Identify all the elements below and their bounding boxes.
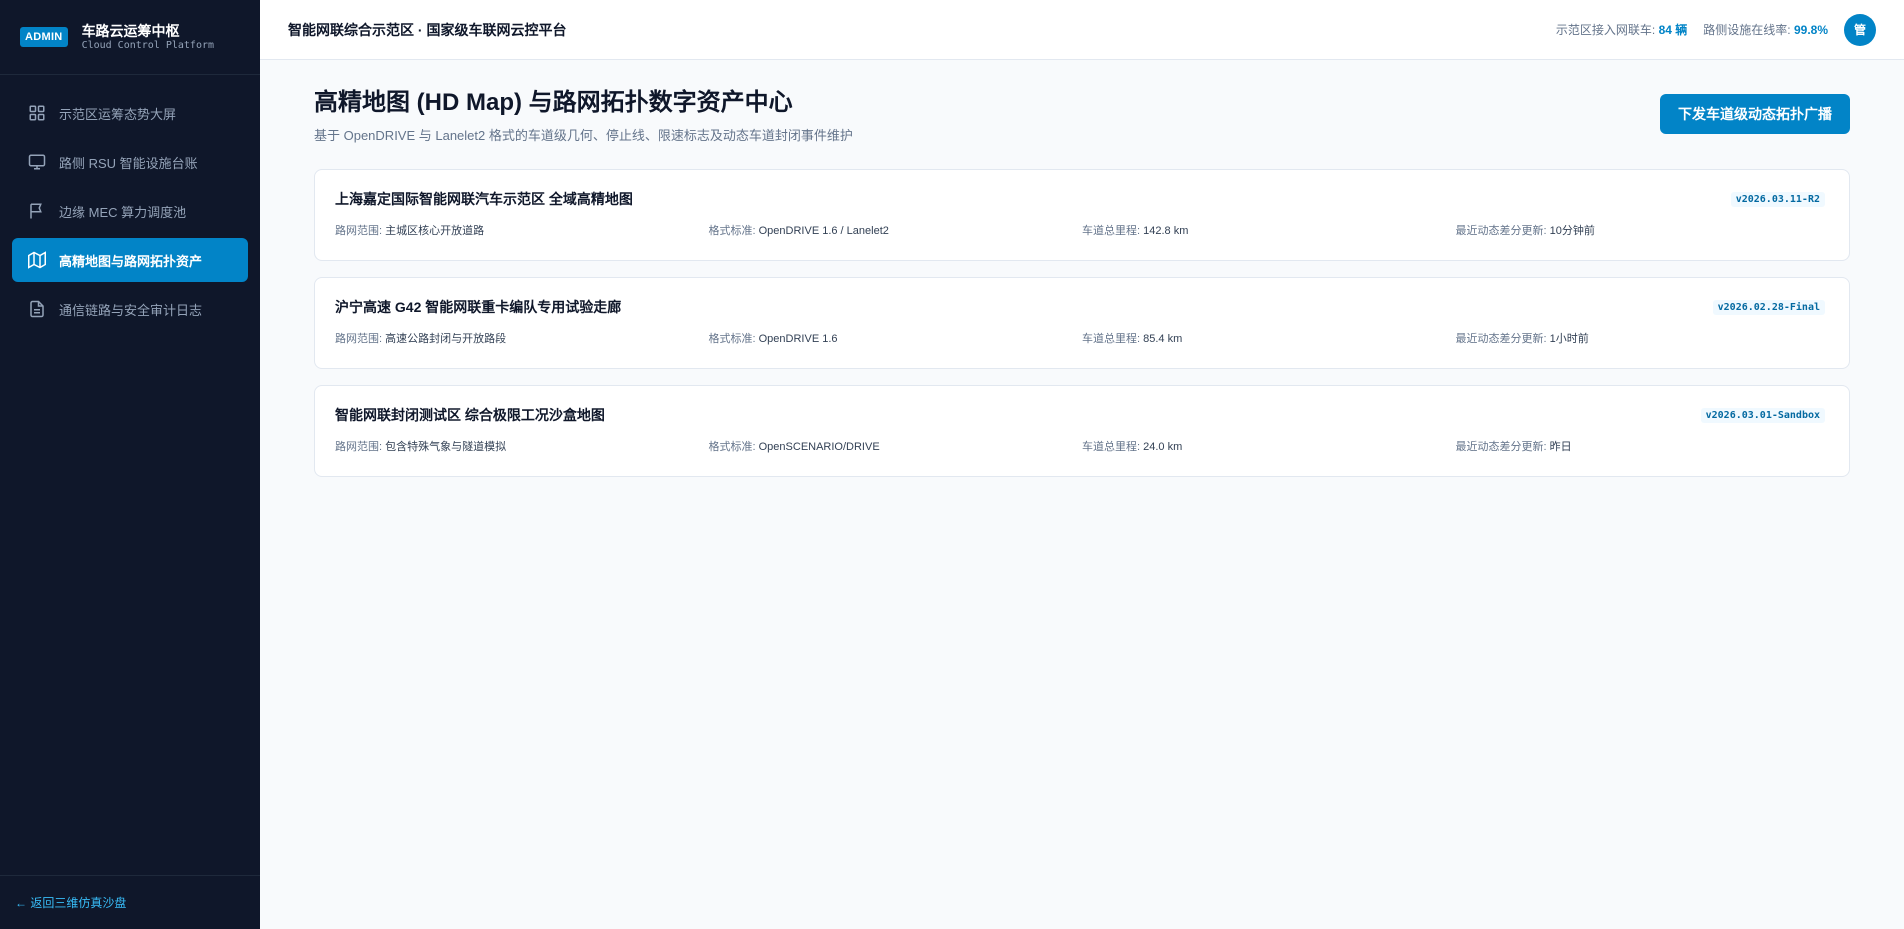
meta-scope: 路网范围: 高速公路封闭与开放路段 xyxy=(335,330,709,346)
sidebar-item-label: 边缘 MEC 算力调度池 xyxy=(59,204,187,220)
meta-value: 142.8 km xyxy=(1143,225,1189,237)
header-title: 智能网联综合示范区 · 国家级车联网云控平台 xyxy=(288,21,567,38)
meta-value: 85.4 km xyxy=(1143,333,1183,345)
avatar[interactable]: 管 xyxy=(1844,13,1876,46)
page-heading: 高精地图 (HD Map) 与路网拓扑数字资产中心 基于 OpenDRIVE 与… xyxy=(314,89,853,144)
page-head: 高精地图 (HD Map) 与路网拓扑数字资产中心 基于 OpenDRIVE 与… xyxy=(314,60,1850,169)
sidebar-item-label: 高精地图与路网拓扑资产 xyxy=(59,253,203,269)
meta-value: OpenDRIVE 1.6 / Lanelet2 xyxy=(758,225,889,237)
document-icon xyxy=(28,300,46,318)
version-badge: v2026.03.01-Sandbox xyxy=(1700,408,1825,423)
map-asset-card[interactable]: 沪宁高速 G42 智能网联重卡编队专用试验走廊 v2026.02.28-Fina… xyxy=(314,277,1850,369)
meta-mileage: 车道总里程: 24.0 km xyxy=(1082,438,1456,454)
meta-label: 最近动态差分更新: xyxy=(1455,441,1547,453)
meta-value: 1小时前 xyxy=(1549,333,1589,345)
meta-label: 格式标准: xyxy=(708,441,756,453)
sidebar-item-rsu[interactable]: 路侧 RSU 智能设施台账 xyxy=(12,140,248,184)
broadcast-topology-button[interactable]: 下发车道级动态拓扑广播 xyxy=(1660,94,1850,134)
meta-label: 路网范围: xyxy=(335,333,383,345)
map-asset-card[interactable]: 智能网联封闭测试区 综合极限工况沙盒地图 v2026.03.01-Sandbox… xyxy=(314,385,1850,477)
meta-mileage: 车道总里程: 85.4 km xyxy=(1082,330,1456,346)
map-icon xyxy=(28,251,46,269)
stat-value: 99.8% xyxy=(1793,23,1828,37)
sidebar-item-audit[interactable]: 通信链路与安全审计日志 xyxy=(12,287,248,331)
page-subtitle: 基于 OpenDRIVE 与 Lanelet2 格式的车道级几何、停止线、限速标… xyxy=(314,128,853,143)
sidebar-nav: 示范区运筹态势大屏 路侧 RSU 智能设施台账 边缘 MEC 算力调度池 高精地… xyxy=(0,75,260,331)
flag-icon xyxy=(28,202,46,220)
map-title: 智能网联封闭测试区 综合极限工况沙盒地图 xyxy=(335,407,605,423)
stat-label: 示范区接入网联车: xyxy=(1555,23,1656,37)
meta-label: 格式标准: xyxy=(708,225,756,237)
rsu-online-rate-stat: 路侧设施在线率: 99.8% xyxy=(1703,21,1828,38)
grid-icon xyxy=(28,104,46,122)
version-badge: v2026.02.28-Final xyxy=(1712,300,1825,315)
meta-label: 格式标准: xyxy=(708,333,756,345)
brand: ADMIN 车路云运筹中枢 Cloud Control Platform xyxy=(0,0,260,75)
back-to-sandbox-link[interactable]: ← 返回三维仿真沙盘 xyxy=(15,894,126,911)
sidebar-item-label: 示范区运筹态势大屏 xyxy=(59,106,177,122)
admin-badge: ADMIN xyxy=(20,27,68,47)
meta-label: 车道总里程: xyxy=(1082,441,1141,453)
meta-value: 高速公路封闭与开放路段 xyxy=(385,333,507,345)
meta-update: 最近动态差分更新: 1小时前 xyxy=(1456,330,1830,346)
brand-title: 车路云运筹中枢 xyxy=(81,23,180,39)
sidebar-footer: ← 返回三维仿真沙盘 xyxy=(0,875,260,929)
meta-update: 最近动态差分更新: 10分钟前 xyxy=(1456,222,1830,238)
sidebar-item-dashboard[interactable]: 示范区运筹态势大屏 xyxy=(12,91,248,135)
meta-label: 路网范围: xyxy=(335,225,383,237)
meta-label: 最近动态差分更新: xyxy=(1455,225,1547,237)
connected-vehicles-stat: 示范区接入网联车: 84 辆 xyxy=(1556,21,1687,38)
meta-value: 10分钟前 xyxy=(1549,225,1595,237)
top-header: 智能网联综合示范区 · 国家级车联网云控平台 示范区接入网联车: 84 辆 路侧… xyxy=(260,0,1904,60)
meta-label: 路网范围: xyxy=(335,441,383,453)
page-title: 高精地图 (HD Map) 与路网拓扑数字资产中心 xyxy=(314,89,793,116)
meta-value: OpenDRIVE 1.6 xyxy=(758,333,838,345)
brand-subtitle: Cloud Control Platform xyxy=(81,40,215,51)
map-meta: 路网范围: 主城区核心开放道路 格式标准: OpenDRIVE 1.6 / La… xyxy=(335,222,1829,238)
meta-label: 车道总里程: xyxy=(1082,333,1141,345)
meta-value: 包含特殊气象与隧道模拟 xyxy=(385,441,507,453)
meta-scope: 路网范围: 主城区核心开放道路 xyxy=(335,222,709,238)
monitor-icon xyxy=(28,153,46,171)
meta-label: 最近动态差分更新: xyxy=(1455,333,1547,345)
sidebar: ADMIN 车路云运筹中枢 Cloud Control Platform 示范区… xyxy=(0,0,260,929)
sidebar-item-label: 通信链路与安全审计日志 xyxy=(59,302,203,318)
meta-label: 车道总里程: xyxy=(1082,225,1141,237)
meta-scope: 路网范围: 包含特殊气象与隧道模拟 xyxy=(335,438,709,454)
map-meta: 路网范围: 高速公路封闭与开放路段 格式标准: OpenDRIVE 1.6 车道… xyxy=(335,330,1829,346)
main-content: 高精地图 (HD Map) 与路网拓扑数字资产中心 基于 OpenDRIVE 与… xyxy=(314,60,1850,493)
meta-value: OpenSCENARIO/DRIVE xyxy=(758,441,880,453)
meta-value: 24.0 km xyxy=(1143,441,1183,453)
map-title: 上海嘉定国际智能网联汽车示范区 全域高精地图 xyxy=(335,191,633,207)
sidebar-item-label: 路侧 RSU 智能设施台账 xyxy=(59,155,198,171)
meta-format: 格式标准: OpenDRIVE 1.6 / Lanelet2 xyxy=(709,222,1083,238)
meta-value: 主城区核心开放道路 xyxy=(385,225,485,237)
stat-label: 路侧设施在线率: xyxy=(1703,23,1791,37)
meta-format: 格式标准: OpenSCENARIO/DRIVE xyxy=(709,438,1083,454)
meta-mileage: 车道总里程: 142.8 km xyxy=(1082,222,1456,238)
sidebar-item-mec[interactable]: 边缘 MEC 算力调度池 xyxy=(12,189,248,233)
map-meta: 路网范围: 包含特殊气象与隧道模拟 格式标准: OpenSCENARIO/DRI… xyxy=(335,438,1829,454)
meta-format: 格式标准: OpenDRIVE 1.6 xyxy=(709,330,1083,346)
meta-update: 最近动态差分更新: 昨日 xyxy=(1456,438,1830,454)
brand-text: 车路云运筹中枢 Cloud Control Platform xyxy=(82,22,214,52)
version-badge: v2026.03.11-R2 xyxy=(1730,192,1825,207)
header-stats: 示范区接入网联车: 84 辆 路侧设施在线率: 99.8% 管 xyxy=(1540,13,1876,46)
meta-value: 昨日 xyxy=(1549,441,1572,453)
stat-value: 84 辆 xyxy=(1658,23,1688,37)
map-asset-card[interactable]: 上海嘉定国际智能网联汽车示范区 全域高精地图 v2026.03.11-R2 路网… xyxy=(314,169,1850,261)
map-title: 沪宁高速 G42 智能网联重卡编队专用试验走廊 xyxy=(335,299,622,315)
sidebar-item-hdmap[interactable]: 高精地图与路网拓扑资产 xyxy=(12,238,248,282)
